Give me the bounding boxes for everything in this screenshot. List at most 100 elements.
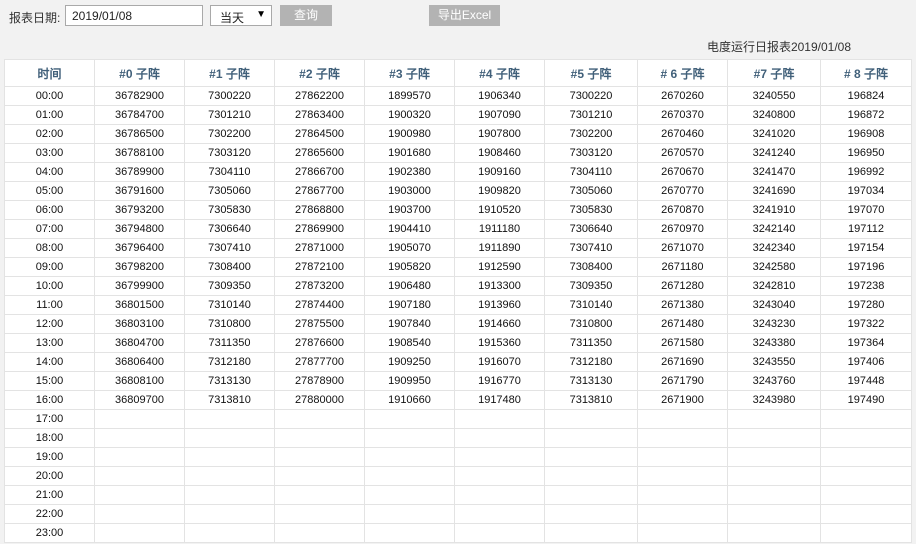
energy-value-cell <box>274 428 365 448</box>
energy-value-cell: 7313810 <box>544 390 638 410</box>
energy-value-cell: 36788100 <box>94 143 185 163</box>
time-cell: 20:00 <box>4 466 95 486</box>
energy-value-cell <box>727 447 821 467</box>
energy-value-cell: 2671070 <box>637 238 728 258</box>
energy-value-cell: 3243550 <box>727 352 821 372</box>
energy-value-cell: 1910520 <box>454 200 545 220</box>
energy-value-cell <box>637 485 728 505</box>
energy-value-cell <box>364 485 455 505</box>
energy-value-cell <box>364 466 455 486</box>
energy-value-cell: 7310800 <box>544 314 638 334</box>
energy-value-cell: 3242810 <box>727 276 821 296</box>
query-button[interactable]: 查询 <box>280 5 332 26</box>
energy-value-cell: 3243230 <box>727 314 821 334</box>
table-row: 03:00 36788100 7303120 27865600 1901680 19084… <box>4 143 912 163</box>
energy-value-cell: 197406 <box>820 352 912 372</box>
energy-value-cell: 1911890 <box>454 238 545 258</box>
column-header-subarray-4: #4 子阵 <box>454 59 545 87</box>
time-cell: 17:00 <box>4 409 95 429</box>
energy-value-cell <box>184 485 275 505</box>
energy-value-cell: 7313810 <box>184 390 275 410</box>
energy-value-cell: 1902380 <box>364 162 455 182</box>
table-row: 01:00 36784700 7301210 27863400 1900320 19070… <box>4 105 912 125</box>
energy-value-cell: 36803100 <box>94 314 185 334</box>
energy-value-cell: 7309350 <box>544 276 638 296</box>
energy-value-cell: 7302200 <box>544 124 638 144</box>
time-cell: 02:00 <box>4 124 95 144</box>
energy-value-cell: 1909250 <box>364 352 455 372</box>
time-cell: 22:00 <box>4 504 95 524</box>
energy-value-cell: 197034 <box>820 181 912 201</box>
table-header-row: 时间 #0 子阵 #1 子阵 #2 子阵 #3 子阵 #4 子阵 #5 子阵 # 6 子阵 #7… <box>4 59 912 87</box>
table-row: 08:00 36796400 7307410 27871000 1905070 19118… <box>4 238 912 258</box>
energy-value-cell: 1901680 <box>364 143 455 163</box>
energy-value-cell: 7307410 <box>544 238 638 258</box>
energy-value-cell <box>364 523 455 543</box>
energy-value-cell: 27864500 <box>274 124 365 144</box>
energy-value-cell: 27874400 <box>274 295 365 315</box>
energy-value-cell <box>820 485 912 505</box>
time-cell: 14:00 <box>4 352 95 372</box>
energy-value-cell <box>637 428 728 448</box>
energy-value-cell: 7303120 <box>544 143 638 163</box>
export-excel-button[interactable]: 导出Excel <box>429 5 500 26</box>
energy-value-cell: 3240550 <box>727 86 821 106</box>
table-row: 16:00 36809700 7313810 27880000 1910660 19174… <box>4 390 912 410</box>
energy-value-cell: 7312180 <box>544 352 638 372</box>
report-date-input[interactable] <box>65 5 203 26</box>
energy-value-cell: 1904410 <box>364 219 455 239</box>
table-row: 20:00 <box>4 466 912 486</box>
column-header-subarray-1: #1 子阵 <box>184 59 275 87</box>
energy-value-cell: 36796400 <box>94 238 185 258</box>
energy-value-cell: 27863400 <box>274 105 365 125</box>
energy-value-cell: 1910660 <box>364 390 455 410</box>
energy-value-cell: 1907180 <box>364 295 455 315</box>
energy-value-cell <box>544 504 638 524</box>
table-row: 19:00 <box>4 447 912 467</box>
table-row: 07:00 36794800 7306640 27869900 1904410 19111… <box>4 219 912 239</box>
energy-value-cell: 1906480 <box>364 276 455 296</box>
energy-value-cell: 3241470 <box>727 162 821 182</box>
energy-value-cell: 1907800 <box>454 124 545 144</box>
energy-value-cell: 7305830 <box>544 200 638 220</box>
time-cell: 15:00 <box>4 371 95 391</box>
date-range-selected-value: 当天 <box>220 11 245 25</box>
energy-value-cell: 3243760 <box>727 371 821 391</box>
energy-value-cell: 2671790 <box>637 371 728 391</box>
energy-value-cell: 7313130 <box>544 371 638 391</box>
energy-value-cell: 7313130 <box>184 371 275 391</box>
energy-value-cell: 197196 <box>820 257 912 277</box>
time-cell: 05:00 <box>4 181 95 201</box>
energy-value-cell: 1916770 <box>454 371 545 391</box>
energy-value-cell: 2671180 <box>637 257 728 277</box>
energy-value-cell: 1908540 <box>364 333 455 353</box>
time-cell: 00:00 <box>4 86 95 106</box>
energy-value-cell: 27878900 <box>274 371 365 391</box>
column-header-subarray-2: #2 子阵 <box>274 59 365 87</box>
energy-value-cell: 7312180 <box>184 352 275 372</box>
energy-value-cell <box>364 409 455 429</box>
energy-value-cell: 1907840 <box>364 314 455 334</box>
energy-value-cell: 36782900 <box>94 86 185 106</box>
energy-value-cell: 2670260 <box>637 86 728 106</box>
energy-value-cell: 3241240 <box>727 143 821 163</box>
time-cell: 13:00 <box>4 333 95 353</box>
energy-value-cell <box>544 523 638 543</box>
energy-value-cell: 197364 <box>820 333 912 353</box>
table-row: 06:00 36793200 7305830 27868800 1903700 19105… <box>4 200 912 220</box>
time-cell: 12:00 <box>4 314 95 334</box>
energy-value-cell <box>820 504 912 524</box>
energy-value-cell: 7311350 <box>184 333 275 353</box>
energy-value-cell: 2671690 <box>637 352 728 372</box>
energy-value-cell: 7307410 <box>184 238 275 258</box>
energy-value-cell: 36808100 <box>94 371 185 391</box>
energy-value-cell <box>94 447 185 467</box>
energy-value-cell: 197322 <box>820 314 912 334</box>
energy-value-cell: 7306640 <box>544 219 638 239</box>
energy-value-cell: 1917480 <box>454 390 545 410</box>
table-row: 23:00 <box>4 523 912 543</box>
energy-value-cell: 3241690 <box>727 181 821 201</box>
energy-value-cell: 27869900 <box>274 219 365 239</box>
energy-value-cell: 7302200 <box>184 124 275 144</box>
date-range-select[interactable]: 当天 ▼ <box>210 5 272 26</box>
